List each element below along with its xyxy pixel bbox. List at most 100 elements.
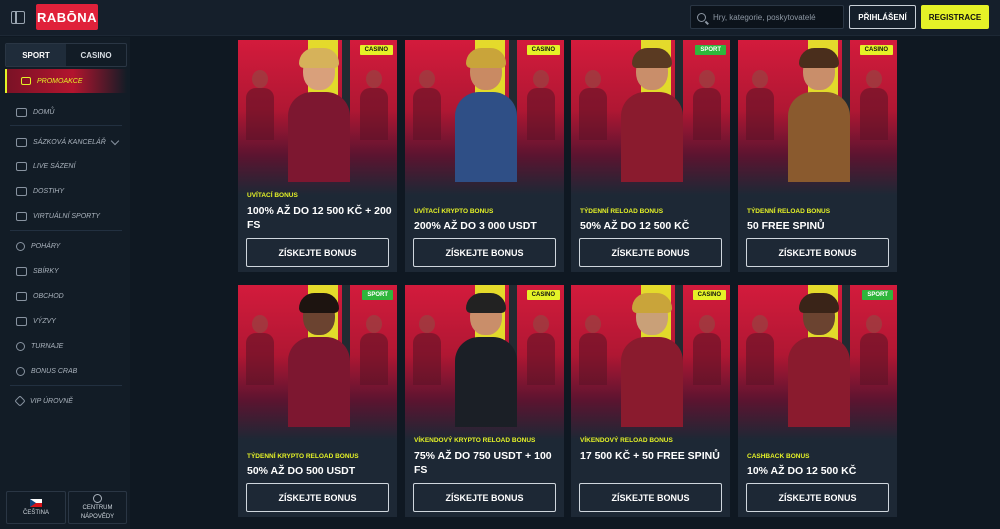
betslip-icon — [16, 137, 27, 147]
virtual-sports-icon — [16, 211, 27, 221]
claim-bonus-button[interactable]: ZÍSKEJTE BONUS — [246, 238, 389, 267]
rabona-logo[interactable]: RABŌNA — [36, 4, 98, 30]
bonus-card[interactable]: CASINO VÍKENDOVÝ KRYPTO RELOAD BONUS 75%… — [405, 285, 564, 517]
live-icon — [16, 161, 27, 171]
category-badge: SPORT — [362, 290, 393, 300]
bonus-card-artwork — [738, 285, 897, 440]
bonus-card-artwork — [738, 40, 897, 195]
sidebar-item-collections[interactable]: SBÍRKY — [16, 264, 126, 278]
divider — [10, 230, 122, 231]
sidebar: SPORT CASINO PROMOAKCE DOMŮ SÁZKOVÁ KANC… — [0, 37, 130, 529]
category-badge: SPORT — [862, 290, 893, 300]
bonus-type-label: TÝDENNÍ RELOAD BONUS — [580, 208, 664, 215]
bonus-character-illustration — [288, 48, 350, 182]
bonus-card[interactable]: CASINO UVÍTACÍ KRYPTO BONUS 200% AŽ DO 3… — [405, 40, 564, 272]
bonus-card[interactable]: CASINO TÝDENNÍ RELOAD BONUS 50 FREE SPIN… — [738, 40, 897, 272]
background-figure — [860, 70, 888, 140]
sidebar-item-home[interactable]: DOMŮ — [16, 105, 126, 119]
bonus-type-label: TÝDENNÍ KRYPTO RELOAD BONUS — [247, 453, 359, 460]
flag-icon — [16, 316, 27, 326]
bonus-card-artwork — [405, 285, 564, 440]
bonus-card-artwork — [238, 40, 397, 195]
tab-sport[interactable]: SPORT — [6, 44, 66, 66]
search-icon — [697, 12, 706, 22]
claim-bonus-button[interactable]: ZÍSKEJTE BONUS — [413, 238, 556, 267]
category-badge: CASINO — [526, 290, 560, 300]
bonus-type-label: CASHBACK BONUS — [747, 453, 810, 460]
category-badge: SPORT — [695, 45, 726, 55]
bonus-character-illustration — [788, 48, 850, 182]
help-center-button[interactable]: CENTRUM NÁPOVĚDY — [68, 491, 127, 524]
sidebar-item-cups[interactable]: POHÁRY — [16, 239, 126, 253]
sidebar-item-label: SBÍRKY — [33, 267, 59, 275]
sidebar-item-label: LIVE SÁZENÍ — [33, 162, 76, 170]
sidebar-item-promotions[interactable]: PROMOAKCE — [5, 69, 127, 93]
background-figure — [579, 70, 607, 140]
sidebar-item-virtual-sports[interactable]: VIRTUÁLNÍ SPORTY — [16, 209, 126, 223]
claim-bonus-button[interactable]: ZÍSKEJTE BONUS — [579, 238, 722, 267]
sidebar-item-sportsbook[interactable]: SÁZKOVÁ KANCELÁŘ — [16, 135, 126, 149]
divider — [10, 125, 122, 126]
sidebar-item-label: SÁZKOVÁ KANCELÁŘ — [33, 138, 106, 146]
top-bar: RABŌNA Hry, kategorie, poskytovatelé PŘI… — [0, 0, 1000, 36]
background-figure — [746, 70, 774, 140]
bonus-type-label: UVÍTACÍ BONUS — [247, 192, 298, 199]
bonus-title: 10% AŽ DO 12 500 KČ — [747, 465, 857, 477]
login-button[interactable]: PŘIHLÁŠENÍ — [849, 5, 916, 29]
claim-bonus-button[interactable]: ZÍSKEJTE BONUS — [746, 483, 889, 512]
bonus-card[interactable]: CASINO VÍKENDOVÝ RELOAD BONUS 17 500 KČ … — [571, 285, 730, 517]
sidebar-item-live[interactable]: LIVE SÁZENÍ — [16, 159, 126, 173]
tab-casino[interactable]: CASINO — [66, 44, 126, 66]
sidebar-item-vip[interactable]: VIP ÚROVNĚ — [14, 394, 126, 408]
search-input[interactable]: Hry, kategorie, poskytovatelé — [690, 5, 844, 29]
sidebar-item-bonus-crab[interactable]: BONUS CRAB — [16, 364, 126, 378]
sidebar-item-tournaments[interactable]: TURNAJE — [16, 339, 126, 353]
sidebar-item-label: OBCHOD — [33, 292, 64, 300]
bonus-card[interactable]: CASINO UVÍTACÍ BONUS 100% AŽ DO 12 500 K… — [238, 40, 397, 272]
bonus-card-artwork — [405, 40, 564, 195]
sidebar-toggle-icon[interactable] — [11, 11, 25, 24]
bonus-title: 50% AŽ DO 500 USDT — [247, 465, 356, 477]
home-icon — [16, 107, 27, 117]
cart-icon — [16, 291, 27, 301]
background-figure — [246, 315, 274, 385]
bonus-character-illustration — [455, 293, 517, 427]
background-figure — [693, 315, 721, 385]
sidebar-item-label: BONUS CRAB — [31, 367, 78, 375]
category-badge: CASINO — [359, 45, 393, 55]
sidebar-item-label: VIP ÚROVNĚ — [30, 397, 73, 405]
background-figure — [693, 70, 721, 140]
bonus-title: 75% AŽ DO 750 USDT + 100 FS — [414, 450, 552, 476]
claim-bonus-button[interactable]: ZÍSKEJTE BONUS — [746, 238, 889, 267]
diamond-icon — [14, 395, 26, 407]
bonus-type-label: VÍKENDOVÝ RELOAD BONUS — [580, 437, 673, 444]
bonus-card[interactable]: SPORT TÝDENNÍ KRYPTO RELOAD BONUS 50% AŽ… — [238, 285, 397, 517]
cup-icon — [16, 341, 25, 351]
claim-bonus-button[interactable]: ZÍSKEJTE BONUS — [413, 483, 556, 512]
sidebar-item-label: POHÁRY — [31, 242, 61, 250]
divider — [10, 385, 122, 386]
sidebar-item-challenges[interactable]: VÝZVY — [16, 314, 126, 328]
trophy-icon — [16, 241, 25, 251]
background-figure — [579, 315, 607, 385]
bonus-card[interactable]: SPORT TÝDENNÍ RELOAD BONUS 50% AŽ DO 12 … — [571, 40, 730, 272]
background-figure — [746, 315, 774, 385]
headset-icon — [93, 494, 102, 503]
bonus-type-label: UVÍTACÍ KRYPTO BONUS — [414, 208, 494, 215]
claim-bonus-button[interactable]: ZÍSKEJTE BONUS — [246, 483, 389, 512]
sidebar-item-horse-racing[interactable]: DOSTIHY — [16, 184, 126, 198]
sidebar-item-shop[interactable]: OBCHOD — [16, 289, 126, 303]
bonus-character-illustration — [455, 48, 517, 182]
bonus-card[interactable]: SPORT CASHBACK BONUS 10% AŽ DO 12 500 KČ… — [738, 285, 897, 517]
language-selector[interactable]: ČEŠTINA — [6, 491, 66, 524]
background-figure — [527, 315, 555, 385]
chevron-down-icon[interactable] — [110, 136, 120, 146]
claim-bonus-button[interactable]: ZÍSKEJTE BONUS — [579, 483, 722, 512]
background-figure — [527, 70, 555, 140]
bonus-character-illustration — [621, 48, 683, 182]
bonus-title: 50% AŽ DO 12 500 KČ — [580, 220, 690, 232]
bonus-title: 17 500 KČ + 50 FREE SPINŮ — [580, 450, 720, 462]
background-figure — [246, 70, 274, 140]
register-button[interactable]: REGISTRACE — [921, 5, 989, 29]
bonus-card-artwork — [238, 285, 397, 440]
